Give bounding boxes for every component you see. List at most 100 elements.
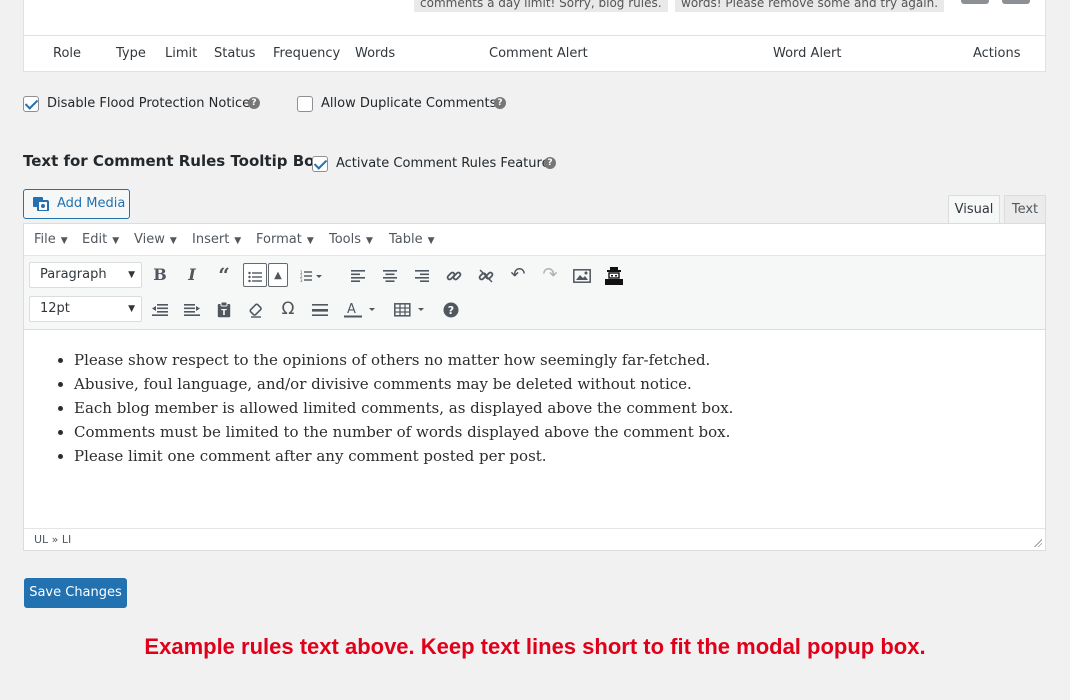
caret-down-icon: ▼ xyxy=(169,236,177,246)
undo-icon[interactable]: ↶ xyxy=(506,263,530,287)
align-center-icon[interactable] xyxy=(378,263,402,287)
editor-content[interactable]: Please show respect to the opinions of o… xyxy=(24,330,1045,530)
column-header-words: Words xyxy=(355,46,396,61)
column-header-frequency: Frequency xyxy=(273,46,341,61)
menu-label: Insert xyxy=(192,232,230,247)
redo-icon[interactable]: ↷ xyxy=(538,263,562,287)
column-header-limit: Limit xyxy=(165,46,198,61)
menu-label: Tools xyxy=(329,232,362,247)
menu-label: Format xyxy=(256,232,302,247)
tab-text[interactable]: Text xyxy=(1004,195,1046,224)
help-icon[interactable]: ? xyxy=(544,157,556,169)
column-header-word-alert: Word Alert xyxy=(773,46,842,61)
table-icon[interactable] xyxy=(392,297,430,321)
media-icon xyxy=(33,197,49,211)
disable-flood-label: Disable Flood Protection Notice xyxy=(47,96,251,111)
column-header-type: Type xyxy=(116,46,146,61)
help-icon[interactable]: ? xyxy=(439,297,463,321)
rules-table: comments a day limit! Sorry, blog rules.… xyxy=(23,0,1046,72)
paste-text-icon[interactable]: T xyxy=(212,297,236,321)
add-media-label: Add Media xyxy=(57,196,126,211)
menu-label: File xyxy=(34,232,56,247)
italic-icon[interactable]: I xyxy=(180,263,204,287)
section-title: Text for Comment Rules Tooltip Box xyxy=(23,152,325,170)
help-icon[interactable]: ? xyxy=(248,97,260,109)
menu-tools[interactable]: Tools ▼ xyxy=(329,232,373,247)
text-color-icon[interactable]: A xyxy=(340,297,380,321)
list-item: Each blog member is allowed limited comm… xyxy=(74,396,733,420)
caret-down-icon: ▼ xyxy=(366,236,373,246)
list-options-icon[interactable]: ▲ xyxy=(268,263,288,287)
insert-image-icon[interactable] xyxy=(570,263,594,287)
help-icon[interactable]: ? xyxy=(494,97,506,109)
link-icon[interactable] xyxy=(442,263,466,287)
list-item: Please limit one comment after any comme… xyxy=(74,444,733,468)
menu-label: Table xyxy=(389,232,423,247)
menu-view[interactable]: View ▼ xyxy=(134,232,177,247)
font-size-value: 12pt xyxy=(40,301,70,316)
block-format-select[interactable]: Paragraph ▼ xyxy=(29,262,142,288)
menu-edit[interactable]: Edit ▼ xyxy=(82,232,119,247)
activate-rules-label: Activate Comment Rules Feature xyxy=(336,156,550,171)
caret-down-icon: ▼ xyxy=(427,236,435,246)
svg-text:A: A xyxy=(347,302,356,317)
caret-down-icon: ▼ xyxy=(306,236,314,246)
unlink-icon[interactable] xyxy=(474,263,498,287)
list-item: Comments must be limited to the number o… xyxy=(74,420,733,444)
numbered-list-icon[interactable]: 123 xyxy=(296,263,326,287)
tab-visual[interactable]: Visual xyxy=(948,195,1000,224)
resize-handle-icon[interactable] xyxy=(1034,539,1042,547)
comment-alert-preview: comments a day limit! Sorry, blog rules. xyxy=(414,0,668,12)
editor-menubar: File ▼ Edit ▼ View ▼ Insert ▼ Format ▼ Tools ▼… xyxy=(24,224,1045,256)
block-format-value: Paragraph xyxy=(40,267,107,282)
menu-insert[interactable]: Insert ▼ xyxy=(192,232,241,247)
allow-duplicate-label: Allow Duplicate Comments xyxy=(321,96,497,111)
element-path[interactable]: UL » LI xyxy=(34,533,71,546)
caret-down-icon: ▼ xyxy=(112,236,120,246)
bold-icon[interactable]: B xyxy=(148,263,172,287)
custom-plugin-icon[interactable] xyxy=(602,263,626,287)
allow-duplicate-checkbox[interactable] xyxy=(297,96,313,112)
column-header-role: Role xyxy=(53,46,82,61)
clear-formatting-icon[interactable] xyxy=(244,297,268,321)
add-media-button[interactable]: Add Media xyxy=(23,189,130,219)
delete-row-button[interactable] xyxy=(1002,0,1030,4)
align-right-icon[interactable] xyxy=(410,263,434,287)
menu-label: Edit xyxy=(82,232,108,247)
blockquote-icon[interactable]: “ xyxy=(212,263,236,287)
special-character-icon[interactable]: Ω xyxy=(276,297,300,321)
column-header-status: Status xyxy=(214,46,256,61)
footer-note: Example rules text above. Keep text line… xyxy=(144,634,926,659)
activate-rules-checkbox[interactable] xyxy=(312,156,328,172)
menu-table[interactable]: Table ▼ xyxy=(389,232,435,247)
word-alert-preview: words! Please remove some and try again. xyxy=(675,0,945,12)
menu-format[interactable]: Format ▼ xyxy=(256,232,314,247)
svg-text:3: 3 xyxy=(300,278,303,282)
outdent-icon[interactable] xyxy=(148,297,172,321)
bulleted-list-icon[interactable] xyxy=(243,263,267,287)
caret-down-icon: ▼ xyxy=(128,270,135,280)
editor-toolbar: Paragraph ▼ B I “ ▲ 123 ↶ ↷ 12pt ▼ T Ω A… xyxy=(24,256,1045,330)
menu-file[interactable]: File ▼ xyxy=(34,232,68,247)
menu-label: View xyxy=(134,232,165,247)
list-item: Please show respect to the opinions of o… xyxy=(74,348,733,372)
caret-down-icon: ▼ xyxy=(60,236,68,246)
column-header-actions: Actions xyxy=(973,46,1021,61)
horizontal-line-icon[interactable] xyxy=(308,297,332,321)
caret-down-icon: ▼ xyxy=(128,304,135,314)
editor-statusbar: UL » LI xyxy=(24,528,1045,550)
align-left-icon[interactable] xyxy=(346,263,370,287)
disable-flood-checkbox[interactable] xyxy=(23,96,39,112)
save-changes-button[interactable]: Save Changes xyxy=(24,578,127,608)
edit-row-button[interactable] xyxy=(961,0,989,4)
rich-text-editor: File ▼ Edit ▼ View ▼ Insert ▼ Format ▼ Tools ▼… xyxy=(23,223,1046,551)
caret-down-icon: ▼ xyxy=(234,236,242,246)
list-item: Abusive, foul language, and/or divisive … xyxy=(74,372,733,396)
svg-text:T: T xyxy=(221,308,227,317)
column-header-comment-alert: Comment Alert xyxy=(489,46,588,61)
font-size-select[interactable]: 12pt ▼ xyxy=(29,296,142,322)
rules-list: Please show respect to the opinions of o… xyxy=(74,348,733,468)
svg-text:?: ? xyxy=(448,304,454,317)
indent-icon[interactable] xyxy=(180,297,204,321)
table-row: comments a day limit! Sorry, blog rules.… xyxy=(24,0,1045,36)
